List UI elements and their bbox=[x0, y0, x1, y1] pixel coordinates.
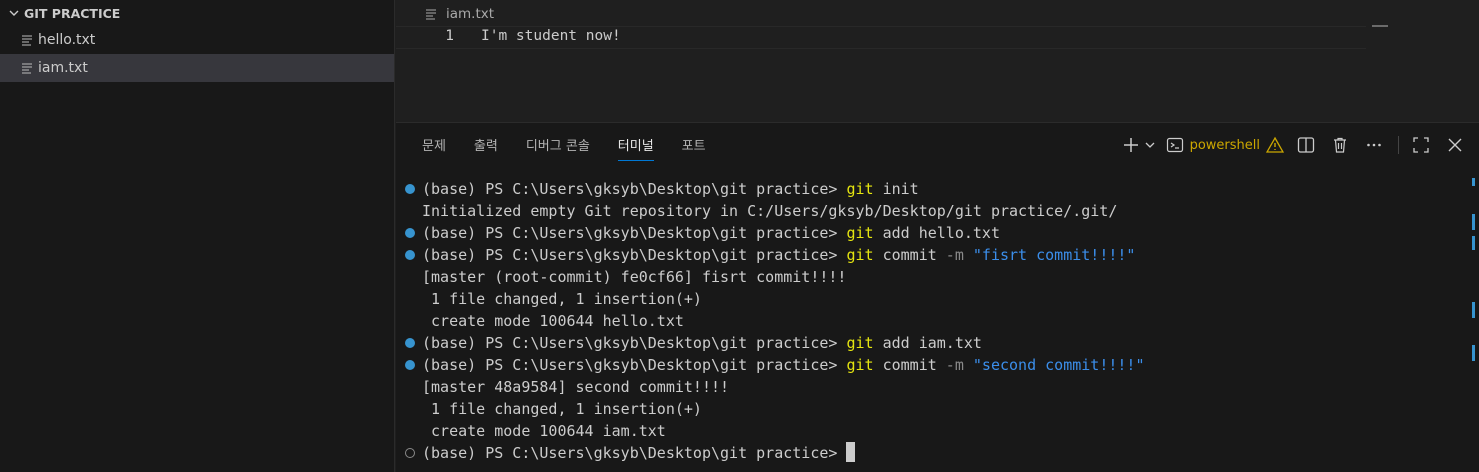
command-name: git bbox=[846, 180, 874, 198]
terminal-prompt: (base) PS C:\Users\gksyb\Desktop\git pra… bbox=[422, 180, 847, 198]
command-args: commit bbox=[873, 246, 946, 264]
split-terminal-button[interactable] bbox=[1294, 133, 1318, 157]
bottom-panel: 문제 출력 디버그 콘솔 터미널 포트 powershell (base) PS… bbox=[396, 122, 1479, 472]
toolbar-separator bbox=[1398, 136, 1399, 154]
command-success-icon[interactable] bbox=[405, 250, 415, 260]
terminal-output-text: 1 file changed, 1 insertion(+) bbox=[422, 290, 702, 308]
breadcrumb[interactable]: iam.txt bbox=[424, 4, 494, 24]
command-success-icon[interactable] bbox=[405, 228, 415, 238]
command-flag: -m bbox=[945, 356, 964, 374]
folder-title: GIT PRACTICE bbox=[24, 5, 121, 21]
command-name: git bbox=[846, 246, 874, 264]
command-args: init bbox=[873, 180, 919, 198]
terminal-icon bbox=[1166, 137, 1183, 153]
folder-header[interactable]: GIT PRACTICE bbox=[0, 0, 394, 26]
command-name: git bbox=[846, 334, 874, 352]
panel-tabs: 문제 출력 디버그 콘솔 터미널 포트 bbox=[422, 135, 734, 161]
terminal-instance-button[interactable]: powershell bbox=[1166, 133, 1284, 157]
command-success-icon[interactable] bbox=[405, 184, 415, 194]
command-success-icon[interactable] bbox=[405, 338, 415, 348]
shell-name: powershell bbox=[1189, 137, 1260, 153]
command-string: "fisrt commit!!!!" bbox=[963, 246, 1136, 264]
panel-actions: powershell bbox=[1112, 133, 1467, 157]
terminal-output-text: 1 file changed, 1 insertion(+) bbox=[422, 400, 702, 418]
new-terminal-button[interactable] bbox=[1122, 133, 1156, 157]
terminal-line: 1 file changed, 1 insertion(+) bbox=[396, 398, 1466, 420]
command-args: commit bbox=[873, 356, 946, 374]
text-file-icon bbox=[20, 33, 34, 47]
terminal-line: [master 48a9584] second commit!!!! bbox=[396, 376, 1466, 398]
tab-problems[interactable]: 문제 bbox=[422, 135, 446, 160]
file-item-label: hello.txt bbox=[38, 32, 96, 48]
terminal-line: (base) PS C:\Users\gksyb\Desktop\git pra… bbox=[396, 332, 1466, 354]
tab-output[interactable]: 출력 bbox=[474, 135, 498, 160]
file-item-iam[interactable]: iam.txt bbox=[0, 54, 394, 82]
maximize-icon bbox=[1413, 137, 1429, 153]
terminal-output[interactable]: (base) PS C:\Users\gksyb\Desktop\git pra… bbox=[396, 178, 1466, 464]
breadcrumb-file: iam.txt bbox=[446, 6, 495, 22]
tab-debug-console[interactable]: 디버그 콘솔 bbox=[526, 135, 590, 160]
terminal-scrollbar[interactable] bbox=[1469, 173, 1479, 463]
terminal-prompt: (base) PS C:\Users\gksyb\Desktop\git pra… bbox=[422, 224, 847, 242]
terminal-prompt: (base) PS C:\Users\gksyb\Desktop\git pra… bbox=[422, 356, 847, 374]
terminal-line: create mode 100644 hello.txt bbox=[396, 310, 1466, 332]
command-string: "second commit!!!!" bbox=[963, 356, 1145, 374]
command-success-icon[interactable] bbox=[405, 360, 415, 370]
terminal-cursor bbox=[846, 442, 856, 462]
close-icon bbox=[1448, 138, 1462, 152]
text-file-icon bbox=[20, 61, 34, 75]
chevron-down-icon bbox=[1145, 142, 1155, 148]
command-args: add iam.txt bbox=[873, 334, 982, 352]
terminal-line: [master (root-commit) fe0cf66] fisrt com… bbox=[396, 266, 1466, 288]
terminal-line: (base) PS C:\Users\gksyb\Desktop\git pra… bbox=[396, 442, 1466, 464]
command-pending-icon[interactable] bbox=[405, 448, 415, 458]
tab-terminal[interactable]: 터미널 bbox=[617, 135, 654, 161]
terminal-output-text: create mode 100644 iam.txt bbox=[422, 422, 666, 440]
warning-icon bbox=[1266, 136, 1284, 153]
text-file-icon bbox=[424, 7, 438, 21]
file-item-label: iam.txt bbox=[38, 60, 88, 76]
terminal-output-text: [master 48a9584] second commit!!!! bbox=[422, 378, 730, 396]
minimap[interactable] bbox=[1372, 25, 1388, 27]
maximize-panel-button[interactable] bbox=[1409, 133, 1433, 157]
command-name: git bbox=[846, 224, 874, 242]
terminal-line: create mode 100644 iam.txt bbox=[396, 420, 1466, 442]
plus-icon bbox=[1123, 138, 1138, 152]
command-args: add hello.txt bbox=[873, 224, 1000, 242]
trash-icon bbox=[1334, 137, 1346, 153]
chevron-down-icon bbox=[6, 5, 22, 21]
terminal-line: (base) PS C:\Users\gksyb\Desktop\git pra… bbox=[396, 354, 1466, 376]
terminal-prompt: (base) PS C:\Users\gksyb\Desktop\git pra… bbox=[422, 246, 847, 264]
terminal-line: (base) PS C:\Users\gksyb\Desktop\git pra… bbox=[396, 222, 1466, 244]
line-number: 1 bbox=[445, 28, 454, 44]
terminal-prompt: (base) PS C:\Users\gksyb\Desktop\git pra… bbox=[422, 444, 847, 462]
close-panel-button[interactable] bbox=[1443, 133, 1467, 157]
command-name: git bbox=[846, 356, 874, 374]
terminal-output-text: [master (root-commit) fe0cf66] fisrt com… bbox=[422, 268, 847, 286]
terminal-line: (base) PS C:\Users\gksyb\Desktop\git pra… bbox=[396, 244, 1466, 266]
terminal-output-text: Initialized empty Git repository in C:/U… bbox=[422, 202, 1118, 220]
command-flag: -m bbox=[945, 246, 964, 264]
terminal-line: (base) PS C:\Users\gksyb\Desktop\git pra… bbox=[396, 178, 1466, 200]
terminal-line: 1 file changed, 1 insertion(+) bbox=[396, 288, 1466, 310]
ellipsis-icon bbox=[1367, 143, 1381, 147]
editor-line[interactable]: 1 I'm student now! bbox=[396, 26, 1366, 49]
kill-terminal-button[interactable] bbox=[1328, 133, 1352, 157]
terminal-prompt: (base) PS C:\Users\gksyb\Desktop\git pra… bbox=[422, 334, 847, 352]
terminal-line: Initialized empty Git repository in C:/U… bbox=[396, 200, 1466, 222]
more-actions-button[interactable] bbox=[1362, 133, 1386, 157]
line-content[interactable]: I'm student now! bbox=[481, 28, 621, 44]
explorer-sidebar: GIT PRACTICE hello.txt iam.txt bbox=[0, 0, 395, 472]
split-icon bbox=[1297, 137, 1315, 153]
tab-ports[interactable]: 포트 bbox=[682, 135, 706, 160]
editor-area: iam.txt 1 I'm student now! bbox=[396, 0, 1479, 122]
file-item-hello[interactable]: hello.txt bbox=[0, 26, 394, 54]
terminal-output-text: create mode 100644 hello.txt bbox=[422, 312, 684, 330]
